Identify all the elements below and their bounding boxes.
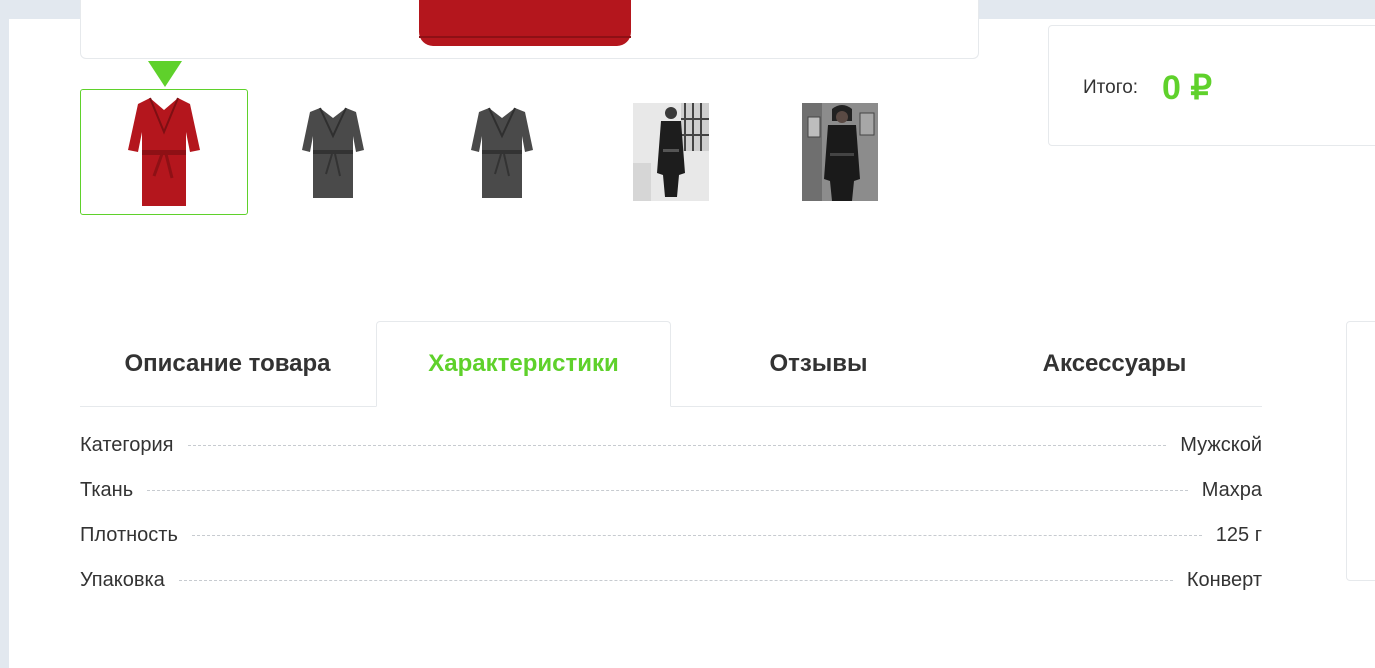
spec-value: Мужской (1180, 434, 1262, 456)
tab-reviews[interactable]: Отзывы (671, 321, 966, 407)
thumb-red-robe[interactable] (80, 89, 248, 215)
gray-robe-icon (302, 107, 364, 198)
tab-specifications[interactable]: Характеристики (376, 321, 671, 407)
spec-name: Упаковка (80, 569, 165, 591)
spec-leader-dots (147, 490, 1188, 491)
thumb-photo-man-1[interactable] (587, 89, 755, 215)
tab-description[interactable]: Описание товара (80, 321, 375, 407)
thumb-gray-robe-1[interactable] (249, 89, 417, 215)
spec-row: Ткань Махра (80, 479, 1262, 524)
man-in-robe-photo-icon (802, 103, 878, 201)
product-page: Итого: 0 ₽ Описание товара Характеристик… (9, 0, 1375, 668)
robe-image-fragment (419, 0, 631, 46)
spec-value: Конверт (1186, 569, 1262, 591)
product-tabs: Описание товара Характеристики Отзывы Ак… (80, 321, 1262, 407)
spec-name: Категория (80, 434, 174, 456)
spec-value: Махра (1201, 479, 1262, 501)
spec-leader-dots (191, 535, 1202, 536)
spec-row: Плотность 125 г (80, 524, 1262, 569)
specifications-list: Категория Мужской Ткань Махра Плотность … (80, 434, 1262, 614)
spec-leader-dots (178, 580, 1173, 581)
spec-row: Упаковка Конверт (80, 569, 1262, 614)
man-in-robe-photo-icon (633, 103, 709, 201)
spec-name: Ткань (80, 479, 134, 501)
spec-value: 125 г (1215, 524, 1262, 546)
spec-leader-dots (187, 445, 1167, 446)
total-label: Итого: (1083, 77, 1139, 98)
gray-robe-icon (471, 107, 533, 198)
order-summary: Итого: 0 ₽ (1048, 25, 1375, 146)
thumb-gray-robe-2[interactable] (418, 89, 586, 215)
side-panel (1346, 321, 1375, 581)
thumb-photo-man-2[interactable] (756, 89, 924, 215)
main-product-image (80, 0, 979, 59)
spec-name: Плотность (80, 524, 178, 546)
spec-row: Категория Мужской (80, 434, 1262, 479)
total-value: 0 ₽ (1162, 69, 1212, 107)
red-robe-icon (128, 97, 200, 206)
tab-accessories[interactable]: Аксессуары (967, 321, 1262, 407)
active-thumb-pointer-icon (148, 61, 182, 87)
